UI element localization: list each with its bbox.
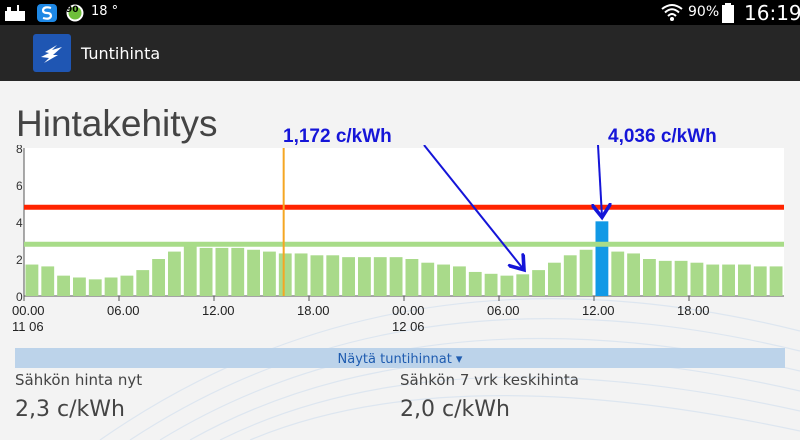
bar	[643, 259, 656, 296]
clock: 16:19	[744, 1, 800, 25]
wifi-icon	[661, 4, 683, 21]
show-hourly-prices-label: Näytä tuntihinnat ▾	[337, 352, 463, 367]
bar	[674, 260, 688, 296]
bar	[73, 277, 86, 296]
bar	[579, 249, 593, 296]
bar	[563, 255, 577, 296]
bar	[168, 251, 181, 296]
x-tick-label: 00.00	[12, 303, 45, 318]
bar	[199, 247, 213, 296]
current-price-label: Sähkön hinta nyt	[15, 371, 143, 389]
battery-icon	[722, 3, 734, 23]
app-logo-icon[interactable]	[33, 34, 71, 72]
bar	[120, 275, 134, 296]
bar	[468, 271, 482, 296]
bar	[389, 257, 403, 296]
price-chart: 0246800.0011 0606.00 12.00 18.00 00.0012 06…	[12, 145, 784, 334]
bar	[753, 266, 767, 296]
x-tick-label: 18.00	[297, 303, 330, 318]
bar	[769, 266, 783, 296]
bar	[215, 247, 229, 296]
current-price-value: 2,3 c/kWh	[15, 397, 125, 422]
bar	[263, 251, 276, 296]
x-tick-label: 12.00	[202, 303, 235, 318]
bar	[722, 264, 735, 296]
bar	[627, 253, 640, 296]
average-price-label: Sähkön 7 vrk keskihinta	[400, 371, 579, 389]
bar	[41, 266, 55, 296]
bar	[25, 264, 39, 296]
y-tick-label: 4	[16, 216, 23, 230]
bar	[405, 259, 419, 296]
bar	[690, 262, 704, 296]
temperature: 18 °	[91, 4, 119, 19]
x-date-label: 12 06	[392, 319, 425, 334]
bar	[484, 273, 498, 296]
bar	[310, 255, 324, 296]
bar	[421, 262, 435, 296]
y-tick-label: 6	[16, 179, 23, 193]
average-price-value: 2,0 c/kWh	[400, 397, 510, 422]
bar	[548, 262, 561, 296]
app-title: Tuntihinta	[81, 44, 161, 63]
x-tick-label: 06.00	[487, 303, 520, 318]
bar	[183, 246, 197, 296]
annotation-label: 4,036 c/kWh	[608, 126, 717, 147]
x-tick-label: 00.00	[392, 303, 425, 318]
y-tick-label: 0	[16, 290, 23, 304]
bar-highlight	[595, 221, 609, 296]
bar	[453, 266, 466, 296]
bar	[611, 251, 625, 296]
bar	[358, 257, 371, 296]
bar	[532, 270, 545, 296]
status-bar: 90 18 ° 90% 16:19	[0, 0, 800, 25]
bar	[136, 270, 150, 296]
bar	[231, 247, 245, 296]
bar	[500, 275, 514, 296]
x-tick-label: 06.00	[107, 303, 140, 318]
bar	[247, 249, 260, 296]
notification-icon	[5, 5, 25, 21]
badge-number: 90	[66, 5, 79, 15]
battery-percent: 90%	[688, 4, 720, 20]
x-date-label: 11 06	[12, 319, 44, 334]
bar	[706, 264, 720, 296]
x-tick-label: 12.00	[582, 303, 615, 318]
bar	[57, 275, 70, 296]
bar	[516, 274, 530, 296]
page-title: Hintakehitys	[16, 103, 218, 144]
bar	[658, 260, 672, 296]
bar	[104, 277, 118, 296]
sync-app-icon	[37, 4, 57, 22]
main-content: Hintakehitys 0 2 4 6 8 00.00 11 06 06.00 12.00 18…	[0, 81, 800, 440]
bar	[326, 255, 340, 296]
bar	[437, 264, 450, 296]
bar	[278, 253, 292, 296]
bar	[738, 264, 751, 296]
y-tick-label: 2	[16, 253, 23, 267]
bar	[342, 257, 355, 296]
y-tick-label: 8	[16, 145, 23, 156]
bar	[294, 253, 308, 296]
bar	[88, 279, 102, 296]
show-hourly-prices-button[interactable]: Näytä tuntihinnat ▾	[15, 348, 785, 368]
x-tick-label: 18.00	[677, 303, 710, 318]
annotation-label: 1,172 c/kWh	[283, 126, 392, 147]
bar	[373, 257, 387, 296]
action-bar: Tuntihinta	[0, 25, 800, 81]
bar	[152, 259, 165, 296]
